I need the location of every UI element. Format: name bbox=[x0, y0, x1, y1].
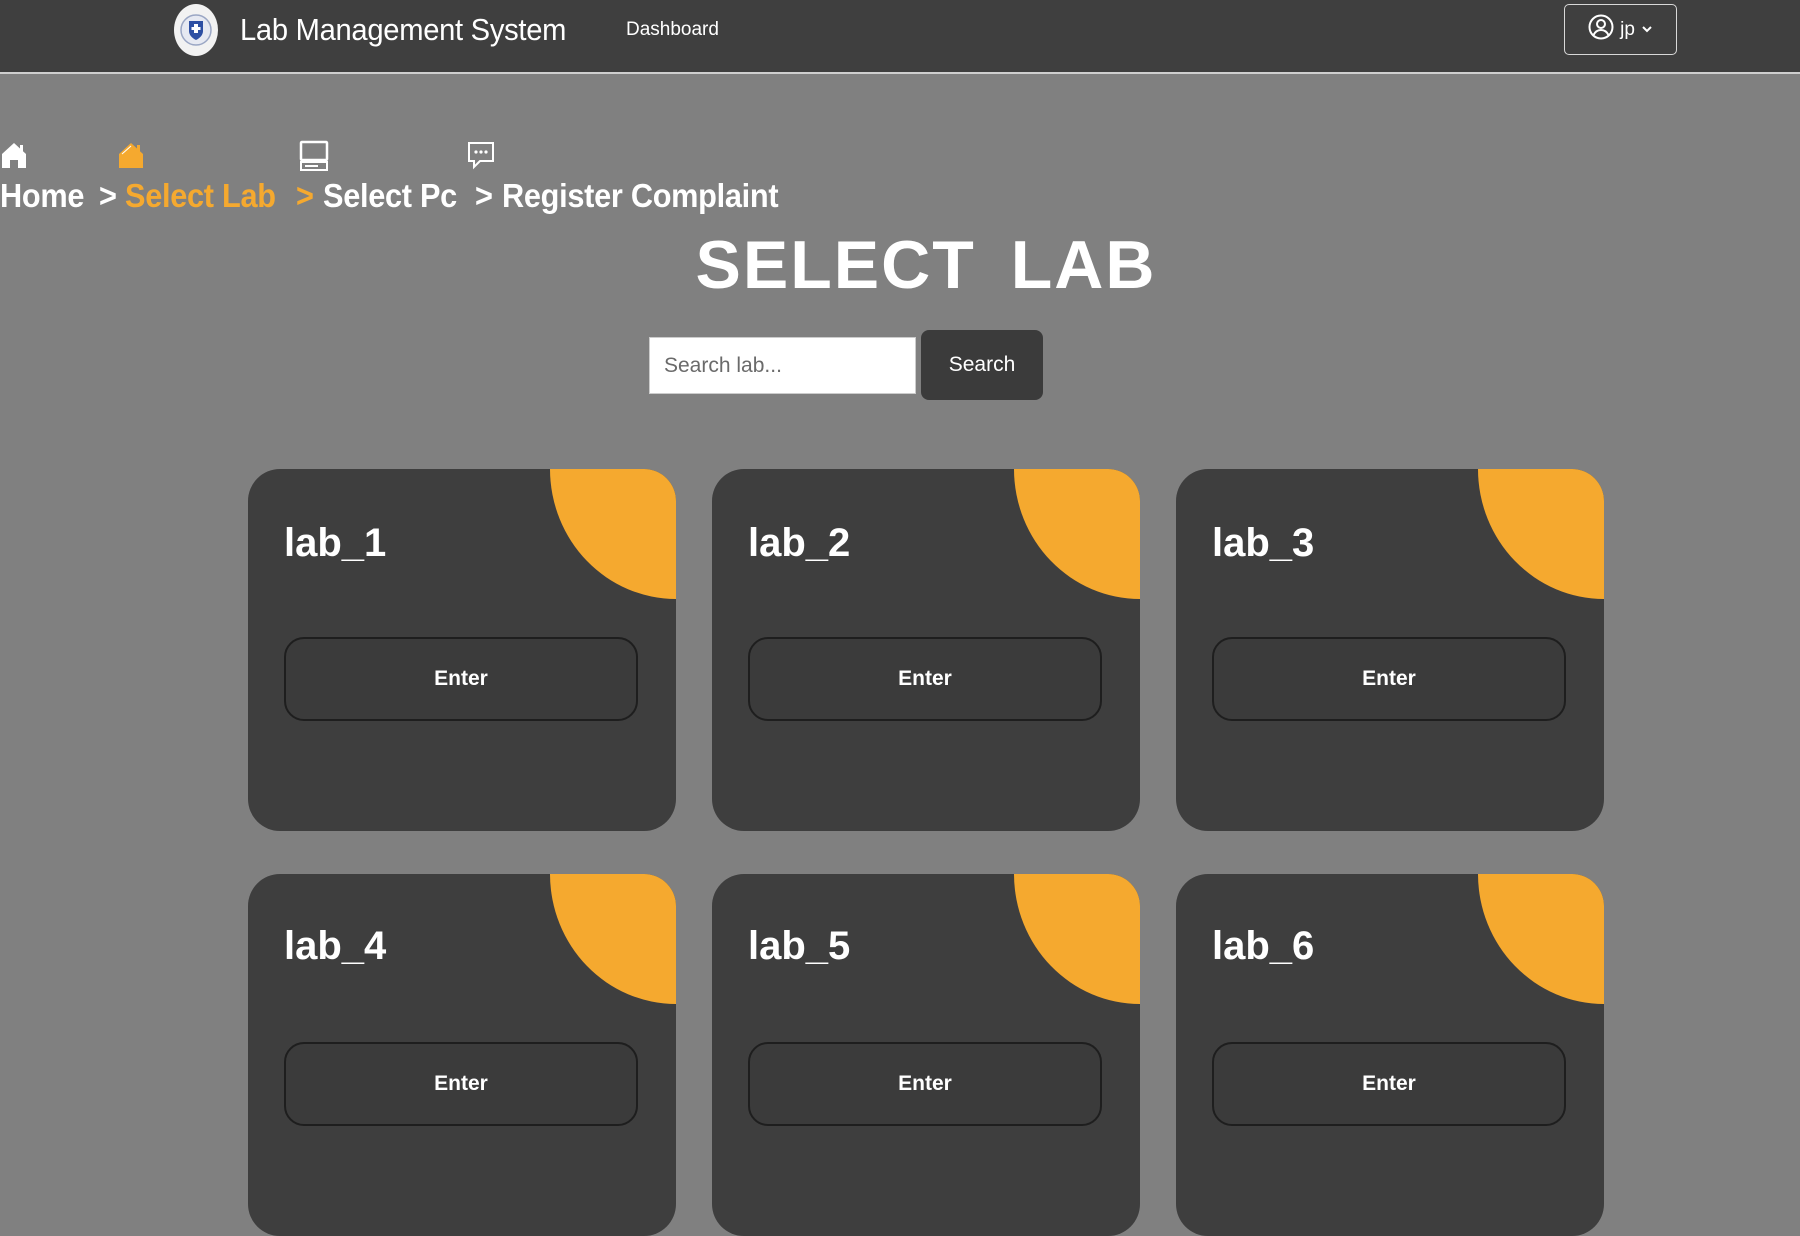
breadcrumb-select-pc[interactable]: Select Pc bbox=[323, 177, 457, 215]
user-name: jp bbox=[1620, 18, 1635, 40]
lab-card: lab_1 Enter bbox=[248, 469, 676, 831]
enter-lab-button[interactable]: Enter bbox=[1212, 637, 1566, 721]
card-accent-corner bbox=[1014, 469, 1140, 599]
top-navbar: Lab Management System Dashboard jp bbox=[0, 0, 1800, 74]
breadcrumb: Home > Select Lab > Select Pc > Register… bbox=[0, 177, 799, 215]
breadcrumb-separator: > bbox=[98, 177, 117, 214]
lab-card: lab_6 Enter bbox=[1176, 874, 1604, 1236]
computer-icon[interactable] bbox=[298, 140, 330, 177]
lab-card: lab_2 Enter bbox=[712, 469, 1140, 831]
user-circle-icon bbox=[1588, 14, 1614, 45]
lab-card: lab_3 Enter bbox=[1176, 469, 1604, 831]
lab-card: lab_4 Enter bbox=[248, 874, 676, 1236]
card-accent-corner bbox=[1014, 874, 1140, 1004]
chat-icon[interactable] bbox=[466, 140, 496, 177]
home-icon[interactable] bbox=[0, 140, 28, 175]
lab-name: lab_3 bbox=[1212, 521, 1315, 565]
nav-link-dashboard[interactable]: Dashboard bbox=[626, 19, 719, 41]
user-menu-button[interactable]: jp bbox=[1564, 4, 1677, 55]
lab-name: lab_1 bbox=[284, 521, 387, 565]
lab-name: lab_4 bbox=[284, 924, 387, 968]
page-title: SELECT LAB bbox=[695, 227, 1157, 303]
breadcrumb-separator: > bbox=[474, 177, 493, 214]
search-button[interactable]: Search bbox=[921, 330, 1043, 400]
card-accent-corner bbox=[1478, 469, 1604, 599]
breadcrumb-home[interactable]: Home bbox=[0, 177, 84, 215]
enter-lab-button[interactable]: Enter bbox=[748, 1042, 1102, 1126]
enter-lab-button[interactable]: Enter bbox=[284, 637, 638, 721]
institution-crest-icon[interactable] bbox=[174, 4, 218, 56]
app-title[interactable]: Lab Management System bbox=[240, 12, 566, 48]
home-outline-icon[interactable] bbox=[116, 140, 146, 175]
breadcrumb-separator: > bbox=[295, 177, 314, 214]
breadcrumb-select-lab[interactable]: Select Lab bbox=[125, 177, 276, 215]
enter-lab-button[interactable]: Enter bbox=[1212, 1042, 1566, 1126]
chevron-down-icon bbox=[1641, 21, 1653, 39]
lab-name: lab_2 bbox=[748, 521, 851, 565]
lab-name: lab_5 bbox=[748, 924, 851, 968]
card-accent-corner bbox=[550, 469, 676, 599]
card-accent-corner bbox=[550, 874, 676, 1004]
lab-name: lab_6 bbox=[1212, 924, 1315, 968]
enter-lab-button[interactable]: Enter bbox=[284, 1042, 638, 1126]
card-accent-corner bbox=[1478, 874, 1604, 1004]
enter-lab-button[interactable]: Enter bbox=[748, 637, 1102, 721]
breadcrumb-register-complaint[interactable]: Register Complaint bbox=[502, 177, 779, 215]
search-input[interactable] bbox=[649, 337, 916, 394]
lab-card: lab_5 Enter bbox=[712, 874, 1140, 1236]
